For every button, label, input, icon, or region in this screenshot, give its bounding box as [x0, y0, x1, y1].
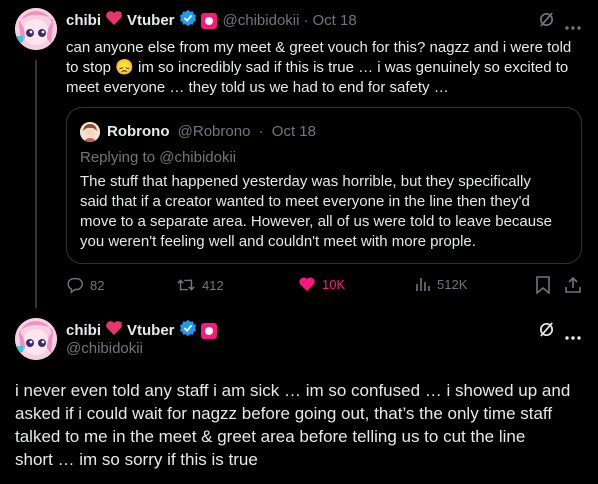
quote-text-line: you weren't feeling well and couldn't me…: [80, 233, 476, 250]
bookmark-button[interactable]: [536, 276, 556, 294]
quote-body: The stuff that happened yesterday was ho…: [80, 172, 570, 252]
replying-to-label: Replying to @chibidokii: [80, 149, 237, 166]
views-button[interactable]: 512K: [415, 276, 467, 292]
tweet-text-line: meet everyone … they told us we had to e…: [66, 79, 449, 96]
user-handle-row: @chibidokii: [66, 339, 143, 359]
share-icon: [565, 276, 581, 293]
quote-display-name[interactable]: Robrono: [107, 123, 169, 140]
like-button[interactable]: 10K: [298, 276, 345, 292]
views-count: 512K: [437, 276, 468, 292]
affiliate-badge-icon[interactable]: [200, 13, 217, 29]
quote-handle[interactable]: @Robrono: [178, 123, 251, 140]
reply-icon: [67, 277, 83, 294]
tweet-date[interactable]: Oct 18: [312, 11, 356, 31]
like-icon: [299, 277, 315, 292]
affiliate-badge-icon[interactable]: [200, 323, 217, 339]
user-handle[interactable]: @chibidokii: [66, 339, 143, 359]
more-icon[interactable]: [565, 327, 581, 345]
quote-text-line: move to a separate area. However, all of…: [80, 213, 552, 230]
tweet-action-bar: 82 412 10K 512K: [66, 276, 582, 296]
tweet-text-line: short … im so sorry if this is true: [15, 450, 258, 469]
verified-icon[interactable]: [179, 319, 197, 343]
repost-count: 412: [202, 277, 224, 293]
tweet-body: can anyone else from my meet & greet vou…: [66, 38, 586, 98]
display-name[interactable]: chibi: [66, 321, 101, 341]
views-icon: [416, 278, 430, 291]
quote-avatar[interactable]: [80, 122, 100, 142]
user-handle[interactable]: @chibidokii: [223, 11, 300, 31]
tweet-text-line: to stop 😞 im so incredibly sad if this i…: [66, 59, 569, 76]
verified-icon[interactable]: [179, 9, 197, 33]
reply-count: 82: [90, 277, 105, 293]
grok-icon[interactable]: [538, 11, 555, 33]
tweet-header: chibi Vtuber @chibidokii · Oct 18: [66, 9, 357, 33]
display-name[interactable]: chibi: [66, 11, 101, 31]
share-button[interactable]: [564, 276, 588, 294]
grok-icon[interactable]: [538, 321, 555, 343]
more-icon[interactable]: [565, 17, 581, 35]
display-name-suffix[interactable]: Vtuber: [127, 11, 175, 31]
quote-date[interactable]: Oct 18: [272, 123, 316, 140]
heart-emoji-icon: [105, 10, 123, 32]
separator-dot: ·: [258, 123, 264, 140]
quote-text-line: said that if a creator wanted to meet ev…: [80, 193, 530, 210]
tweet-text-line: can anyone else from my meet & greet vou…: [66, 39, 572, 56]
quote-header: Robrono @Robrono · Oct 18: [107, 122, 316, 142]
bookmark-icon: [536, 276, 550, 294]
avatar[interactable]: [15, 8, 57, 50]
like-count: 10K: [322, 276, 346, 292]
thread-connector-line: [35, 60, 37, 308]
repost-button[interactable]: 412: [176, 276, 224, 294]
reply-button[interactable]: 82: [66, 276, 104, 294]
separator-dot: ·: [303, 12, 309, 29]
display-name-suffix[interactable]: Vtuber: [127, 321, 175, 341]
tweet-body: i never even told any staff i am sick … …: [15, 379, 590, 471]
repost-icon: [177, 279, 195, 291]
tweet-text-line: i never even told any staff i am sick … …: [15, 381, 571, 400]
quote-text-line: The stuff that happened yesterday was ho…: [80, 173, 531, 190]
avatar[interactable]: [15, 318, 57, 360]
tweet-text-line: talked to me in the meet & greet area be…: [15, 427, 526, 446]
quote-tweet-card[interactable]: Robrono @Robrono · Oct 18 Replying to @c…: [66, 107, 582, 264]
tweet-text-line: asked if i could wait for nagzz before g…: [15, 404, 553, 423]
